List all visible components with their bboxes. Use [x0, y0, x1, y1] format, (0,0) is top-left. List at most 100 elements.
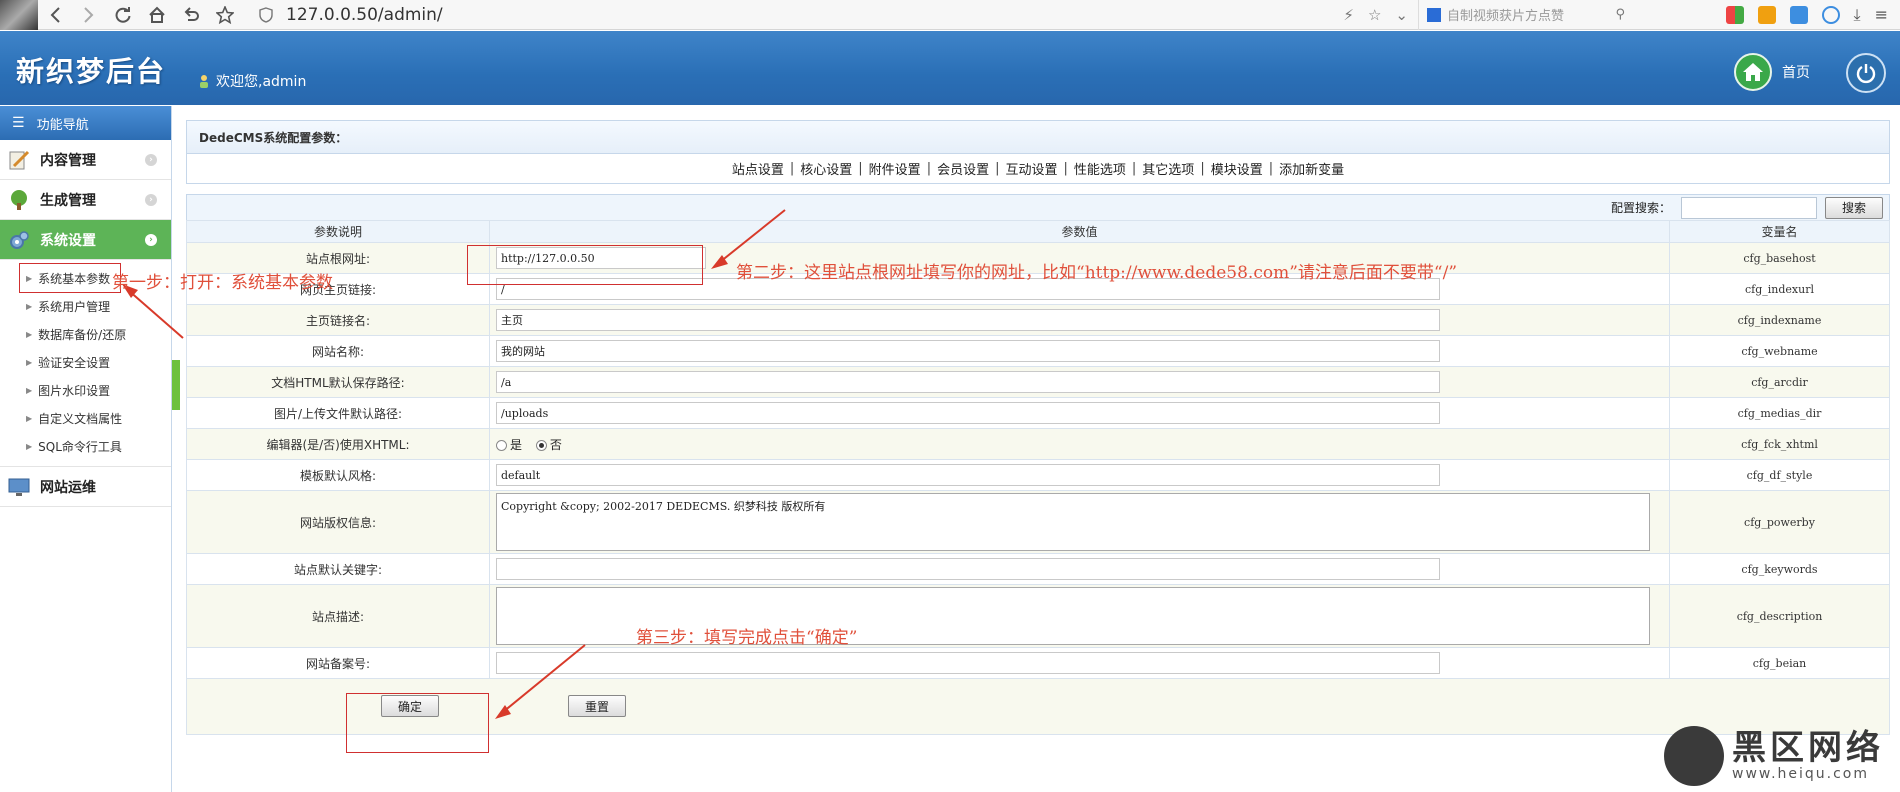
- annotation-step3: 第三步：填写完成点击“确定”: [636, 628, 858, 648]
- refresh-icon[interactable]: [106, 0, 140, 30]
- site-logo: 新织梦后台: [16, 55, 167, 88]
- watermark-title: 黑区网络: [1732, 728, 1884, 768]
- sidebar-item-basic-params[interactable]: ▶ 系统基本参数: [19, 263, 121, 293]
- address-bar[interactable]: 127.0.0.50/admin/ ⚡ ☆ ⌄: [258, 0, 1418, 30]
- row-label: 站点描述:: [186, 584, 490, 648]
- sidebar-item-user-manage[interactable]: ▶ 系统用户管理: [0, 292, 171, 320]
- annotation-box-basehost: [467, 245, 703, 285]
- tab-add-variable[interactable]: 添加新变量: [1279, 159, 1344, 178]
- forward-icon[interactable]: [72, 0, 106, 30]
- apps-icon[interactable]: [1725, 5, 1744, 24]
- sidebar-item-label: 系统用户管理: [38, 299, 111, 314]
- xhtml-yes-radio[interactable]: [496, 439, 507, 451]
- tree-icon: [11, 189, 27, 210]
- sidebar-item-doc-attrs[interactable]: ▶ 自定义文档属性: [0, 404, 171, 432]
- sidebar-title-label: 功能导航: [36, 117, 89, 133]
- tab-performance[interactable]: 性能选项: [1074, 159, 1126, 178]
- row-label: 图片/上传文件默认路径:: [186, 397, 490, 429]
- back-icon[interactable]: [38, 0, 72, 30]
- triangle-right-icon: ▶: [26, 441, 33, 451]
- extension-icon[interactable]: [1757, 5, 1776, 24]
- main-content: DedeCMS系统配置参数： 站点设置 | 核心设置 | 附件设置 | 会员设置 | 互…: [186, 120, 1890, 735]
- column-header-var: 变量名: [1669, 220, 1890, 243]
- row-label: 文档HTML默认保存路径:: [186, 366, 490, 398]
- tab-interaction[interactable]: 互动设置: [1005, 159, 1057, 178]
- tab-member[interactable]: 会员设置: [937, 159, 989, 178]
- triangle-right-icon: ▶: [26, 385, 33, 395]
- indexname-input[interactable]: 主页: [496, 309, 1440, 331]
- triangle-right-icon: ▶: [26, 301, 33, 311]
- beian-input[interactable]: [496, 652, 1440, 674]
- sidebar-collapse-handle[interactable]: [172, 360, 180, 410]
- sidebar-group-generate[interactable]: 生成管理 ›: [0, 180, 171, 220]
- tab-site[interactable]: 站点设置: [732, 159, 784, 178]
- row-var: cfg_indexurl: [1669, 273, 1890, 305]
- search-button[interactable]: 搜索: [1824, 196, 1883, 219]
- webname-input[interactable]: 我的网站: [496, 340, 1440, 362]
- monitor-icon: [8, 478, 30, 496]
- tab-attachment[interactable]: 附件设置: [869, 159, 921, 178]
- profile-avatar[interactable]: [0, 0, 38, 30]
- triangle-right-icon: ▶: [26, 329, 33, 339]
- table-row: 文档HTML默认保存路径: /a cfg_arcdir: [186, 366, 1890, 398]
- sidebar-group-label: 网站运维: [40, 479, 96, 496]
- search-engine-icon: [1427, 7, 1441, 22]
- sidebar-group-content[interactable]: 内容管理 ›: [0, 140, 171, 180]
- powerby-textarea[interactable]: Copyright &copy; 2002-2017 DEDECMS. 织梦科技…: [496, 493, 1650, 551]
- menu-icon[interactable]: ≡: [1875, 5, 1888, 24]
- bookmark-star-icon[interactable]: [208, 0, 242, 30]
- watermark-logo-icon: [1664, 726, 1724, 786]
- home-icon[interactable]: [140, 0, 174, 30]
- minus-circle-icon[interactable]: [1821, 5, 1840, 24]
- row-label: 网站版权信息:: [186, 490, 490, 554]
- search-icon[interactable]: ⚲: [1615, 7, 1625, 22]
- favorite-star-icon[interactable]: ☆: [1368, 6, 1381, 24]
- grid-icon[interactable]: [1789, 5, 1808, 24]
- row-var: cfg_basehost: [1669, 242, 1890, 274]
- welcome-text: 欢迎您,admin: [216, 74, 307, 90]
- sidebar-item-security[interactable]: ▶ 验证安全设置: [0, 348, 171, 376]
- triangle-right-icon: ▶: [26, 357, 33, 367]
- shield-icon: [259, 6, 273, 23]
- row-label: 网站名称:: [186, 335, 490, 367]
- sidebar-group-system[interactable]: 系统设置 ›: [0, 220, 171, 260]
- arcdir-input[interactable]: /a: [496, 371, 1440, 393]
- df-style-input[interactable]: default: [496, 464, 1440, 486]
- sidebar-group-ops[interactable]: 网站运维: [0, 467, 171, 507]
- search-placeholder: 自制视频获片方点赞: [1447, 9, 1565, 24]
- column-header-desc: 参数说明: [186, 220, 490, 243]
- radio-label: 否: [549, 437, 562, 452]
- chevron-down-icon[interactable]: ⌄: [1395, 6, 1408, 24]
- xhtml-no-radio[interactable]: [535, 439, 547, 451]
- reset-button[interactable]: 重置: [568, 695, 626, 717]
- sidebar-item-db-backup[interactable]: ▶ 数据库备份/还原: [0, 320, 171, 348]
- browser-search-box[interactable]: 自制视频获片方点赞 ⚲: [1418, 0, 1633, 30]
- annotation-step1: 第一步：打开：系统基本参数: [112, 273, 333, 293]
- table-row: 主页链接名: 主页 cfg_indexname: [186, 304, 1890, 336]
- download-icon[interactable]: ⤓: [1854, 5, 1861, 25]
- tab-other[interactable]: 其它选项: [1142, 159, 1194, 178]
- tab-module[interactable]: 模块设置: [1211, 159, 1263, 178]
- url-text: 127.0.0.50/admin/: [286, 4, 443, 25]
- undo-icon[interactable]: [174, 0, 208, 30]
- column-header-value: 参数值: [489, 220, 1670, 243]
- sidebar-item-watermark[interactable]: ▶ 图片水印设置: [0, 376, 171, 404]
- medias-dir-input[interactable]: /uploads: [496, 402, 1440, 424]
- tab-core[interactable]: 核心设置: [800, 159, 852, 178]
- keywords-input[interactable]: [496, 558, 1440, 580]
- chevron-down-icon: ›: [145, 233, 157, 246]
- row-var: cfg_webname: [1669, 335, 1890, 367]
- power-icon[interactable]: [1846, 53, 1886, 93]
- sidebar-item-sql-tool[interactable]: ▶ SQL命令行工具: [0, 432, 171, 460]
- sidebar-item-label: 数据库备份/还原: [38, 327, 127, 342]
- lightning-icon[interactable]: ⚡: [1343, 6, 1354, 24]
- home-button[interactable]: 首页: [1734, 53, 1810, 91]
- sidebar-group-label: 系统设置: [40, 232, 96, 249]
- sidebar-title: ☰ 功能导航: [0, 106, 171, 140]
- row-var: cfg_indexname: [1669, 304, 1890, 336]
- gear-icon: [10, 230, 29, 249]
- annotation-step2: 第二步：这里站点根网址填写你的网址，比如“http://www.dede58.c…: [736, 263, 1458, 283]
- config-search-input[interactable]: [1680, 196, 1817, 219]
- row-label: 站点默认关键字:: [186, 553, 490, 585]
- row-var: cfg_medias_dir: [1669, 397, 1890, 429]
